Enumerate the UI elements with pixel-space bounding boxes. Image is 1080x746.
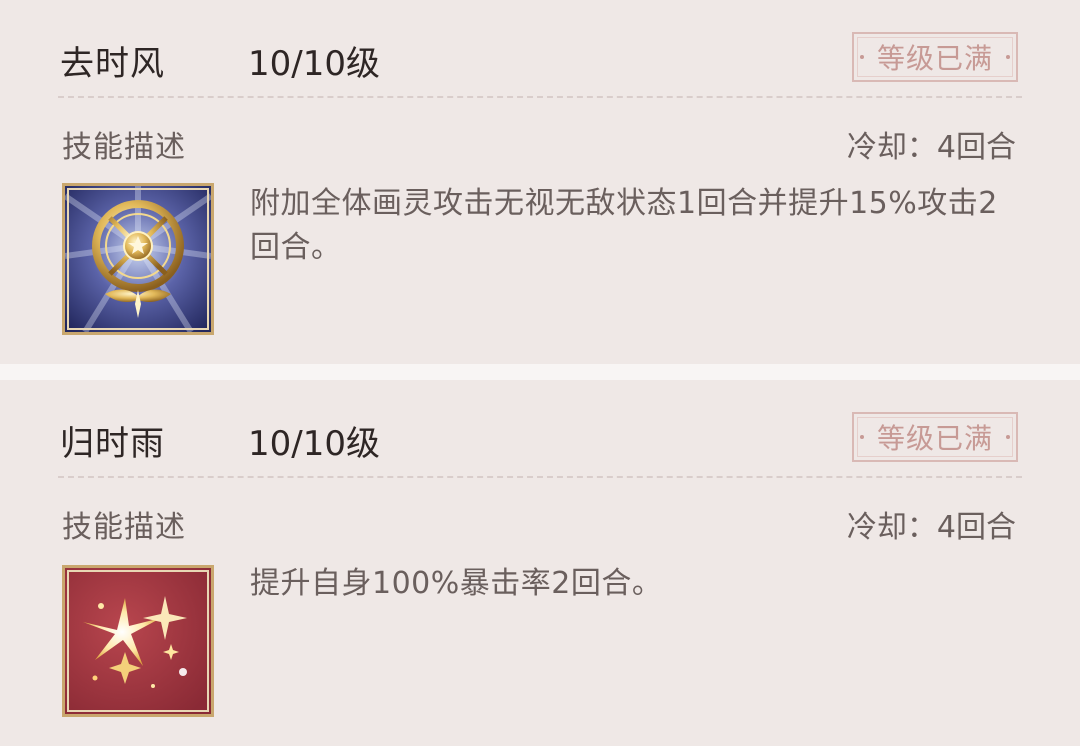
- description-label: 技能描述: [62, 510, 186, 545]
- max-level-badge: 等级已满: [852, 32, 1018, 82]
- description-label: 技能描述: [62, 130, 186, 165]
- cooldown-text: 冷却：4回合: [846, 130, 1016, 165]
- cooldown-text: 冷却：4回合: [846, 510, 1016, 545]
- divider: [58, 476, 1022, 478]
- separator: [0, 364, 1080, 380]
- skill-card: 归时雨 10/10级 等级已满 技能描述 冷却：4回合 提升自身100%暴击率2…: [0, 380, 1080, 746]
- skill-level: 10/10级: [248, 44, 380, 84]
- sparkle-burst-icon: [62, 565, 214, 717]
- skill-description: 附加全体画灵攻击无视无敌状态1回合并提升15%攻击2回合。: [250, 186, 998, 265]
- skill-card: 去时风 10/10级 等级已满 技能描述 冷却：4回合 附加全体画灵攻击无视无敌…: [0, 0, 1080, 364]
- skill-name: 归时雨: [60, 424, 165, 464]
- skill-name: 去时风: [60, 44, 165, 84]
- skill-description: 提升自身100%暴击率2回合。: [250, 566, 663, 601]
- max-level-badge: 等级已满: [852, 412, 1018, 462]
- skill-level: 10/10级: [248, 424, 380, 464]
- golden-wheel-icon: [62, 183, 214, 335]
- divider: [58, 96, 1022, 98]
